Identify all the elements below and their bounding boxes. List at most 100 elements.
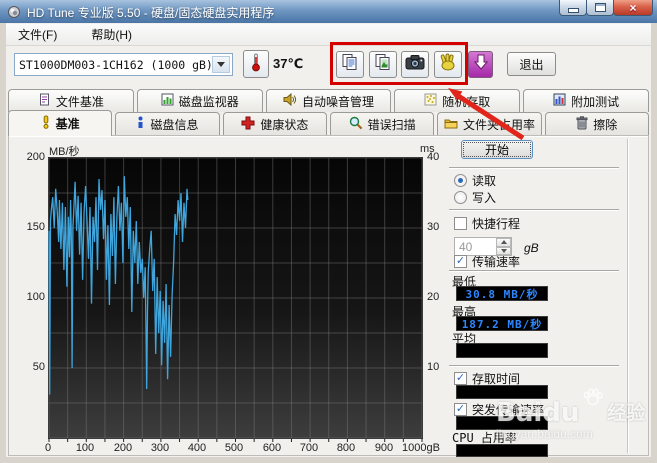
- noise-management-icon: [283, 93, 297, 109]
- tab-strip-bottom: 基准 磁盘信息 健康状态 错误扫描 文件夹占用率 擦除: [8, 112, 649, 136]
- copy-image-icon: [374, 53, 392, 76]
- window-title: HD Tune 专业版 5.50 - 硬盘/固态硬盘实用程序: [27, 4, 274, 21]
- chevron-up-icon: [501, 240, 507, 244]
- tab-error-scan[interactable]: 错误扫描: [330, 112, 434, 136]
- write-radio-row[interactable]: 写入: [454, 189, 496, 206]
- y-tick-right: 30: [427, 221, 439, 233]
- spindown-button[interactable]: [434, 51, 462, 78]
- screenshot-button[interactable]: [401, 51, 429, 78]
- start-button[interactable]: 开始: [461, 140, 533, 159]
- title-bar[interactable]: HD Tune 专业版 5.50 - 硬盘/固态硬盘实用程序 ×: [0, 0, 657, 23]
- x-tick: 700: [289, 442, 329, 454]
- panel-divider: [627, 139, 628, 453]
- y-tick-right: 10: [427, 361, 439, 373]
- close-button[interactable]: ×: [613, 0, 653, 16]
- hand-icon: [439, 53, 457, 76]
- y-tick-right: 20: [427, 291, 439, 303]
- results-button[interactable]: [468, 51, 493, 78]
- screenshot-icon: [405, 54, 425, 75]
- x-tick: 300: [140, 442, 180, 454]
- benchmark-plot: [48, 157, 423, 439]
- read-radio-label: 读取: [472, 172, 496, 189]
- minimize-button[interactable]: [559, 0, 587, 16]
- drive-select-arrow[interactable]: [212, 56, 230, 73]
- app-icon: [7, 4, 22, 24]
- tab-disk-info[interactable]: 磁盘信息: [115, 112, 219, 136]
- short-stroke-value: 40: [459, 240, 472, 254]
- y-tick-right: 40: [427, 151, 439, 163]
- extra-tests-icon: [553, 93, 566, 109]
- tab-extra-tests[interactable]: 附加测试: [523, 89, 649, 112]
- tab-label: 随机存取: [442, 93, 490, 110]
- disk-monitor-icon: [161, 93, 174, 109]
- exit-button-label: 退出: [519, 56, 543, 73]
- copy-image-button[interactable]: [369, 51, 397, 78]
- minimize-icon: [568, 8, 579, 13]
- short-stroke-checkbox[interactable]: [454, 217, 467, 230]
- y-tick-left: 100: [20, 291, 45, 303]
- temperature-button[interactable]: [243, 50, 269, 78]
- menu-help[interactable]: 帮助(H): [87, 24, 136, 45]
- benchmark-curve: [49, 158, 422, 442]
- read-radio-row[interactable]: 读取: [454, 172, 496, 189]
- spinner-up-button[interactable]: [496, 238, 511, 247]
- temperature-value: 37℃: [273, 56, 303, 72]
- burst-rate-checkbox[interactable]: ✓: [454, 403, 467, 416]
- separator: [449, 167, 619, 168]
- tab-label: 自动噪音管理: [302, 93, 374, 110]
- tab-label: 磁盘信息: [150, 116, 198, 133]
- down-arrow-icon: [474, 54, 488, 75]
- transfer-rate-label: 传输速率: [472, 253, 520, 270]
- benchmark-icon: [41, 115, 51, 132]
- tab-benchmark[interactable]: 基准: [8, 110, 112, 136]
- write-radio[interactable]: [454, 191, 467, 204]
- transfer-rate-row[interactable]: ✓ 传输速率: [454, 253, 520, 270]
- thermometer-icon: [250, 52, 262, 77]
- copy-text-button[interactable]: [336, 51, 364, 78]
- tab-health[interactable]: 健康状态: [223, 112, 327, 136]
- drive-select[interactable]: ST1000DM003-1CH162 (1000 gB): [14, 53, 233, 76]
- maximize-button[interactable]: [586, 0, 614, 16]
- folder-usage-icon: [444, 117, 458, 132]
- tab-label: 健康状态: [260, 116, 308, 133]
- tab-folder-usage[interactable]: 文件夹占用率: [437, 112, 541, 136]
- tab-label: 附加测试: [571, 93, 619, 110]
- x-tick: 0: [28, 442, 68, 454]
- short-stroke-label: 快捷行程: [472, 215, 520, 232]
- x-tick: 800: [326, 442, 366, 454]
- random-access-icon: [424, 93, 437, 109]
- tab-erase[interactable]: 擦除: [545, 112, 649, 136]
- tab-auto-acoustic[interactable]: 自动噪音管理: [266, 89, 392, 112]
- write-radio-label: 写入: [472, 189, 496, 206]
- tab-label: 错误扫描: [368, 116, 416, 133]
- access-time-checkbox[interactable]: ✓: [454, 372, 467, 385]
- tab-label: 擦除: [593, 116, 617, 133]
- menu-file[interactable]: 文件(F): [14, 24, 61, 45]
- tab-disk-monitor[interactable]: 磁盘监视器: [137, 89, 263, 112]
- close-icon: ×: [629, 2, 636, 14]
- tab-label: 磁盘监视器: [179, 93, 239, 110]
- x-tick: 500: [214, 442, 254, 454]
- file-benchmark-icon: [38, 93, 51, 109]
- access-time-display: [456, 385, 548, 399]
- tab-file-benchmark[interactable]: 文件基准: [8, 89, 134, 112]
- avg-value-display: [456, 343, 548, 358]
- read-radio[interactable]: [454, 174, 467, 187]
- tab-random-access[interactable]: 随机存取: [394, 89, 520, 112]
- separator: [449, 365, 619, 366]
- short-stroke-row[interactable]: 快捷行程: [454, 215, 520, 232]
- x-tick: 200: [103, 442, 143, 454]
- x-tick: 400: [177, 442, 217, 454]
- y-tick-left: 200: [20, 151, 45, 163]
- erase-icon: [576, 116, 588, 133]
- menu-bar: 文件(F) 帮助(H): [6, 24, 651, 46]
- cpu-usage-display: [456, 444, 548, 457]
- short-stroke-unit: gB: [524, 241, 539, 255]
- separator: [449, 270, 619, 271]
- exit-button[interactable]: 退出: [507, 52, 556, 76]
- transfer-rate-checkbox[interactable]: ✓: [454, 255, 467, 268]
- health-icon: [241, 116, 255, 133]
- y-tick-left: 50: [20, 361, 45, 373]
- y-tick-left: 150: [20, 221, 45, 233]
- error-scan-icon: [349, 116, 363, 133]
